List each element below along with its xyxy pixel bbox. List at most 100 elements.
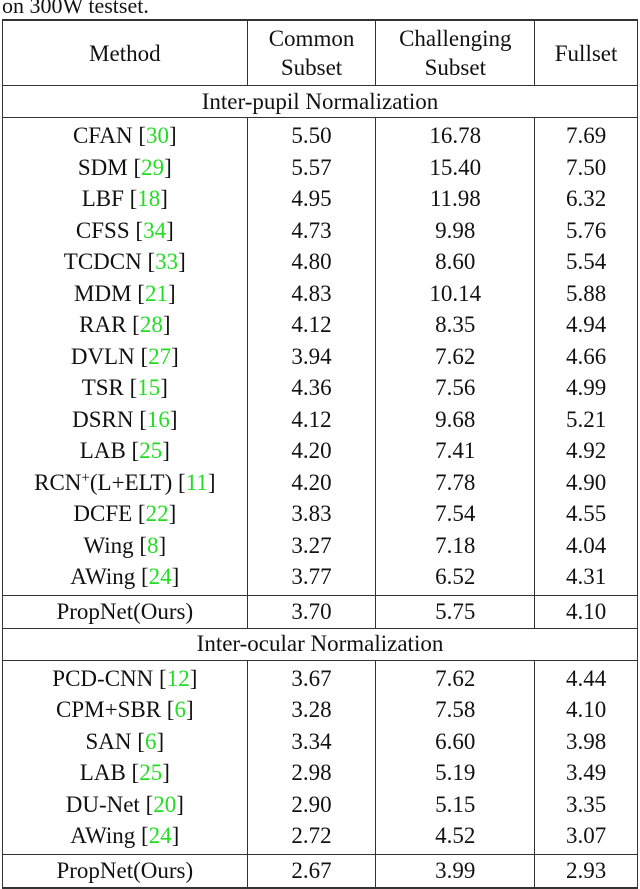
fullset-value-cell: 4.99 [534, 372, 638, 404]
table-row: TSR [15] 4.36 7.56 4.99 [2, 372, 638, 404]
table-row: CFSS [34] 4.73 9.98 5.76 [2, 214, 638, 246]
method-cell: LBF [18] [2, 183, 248, 215]
citation-link[interactable]: 28 [140, 312, 163, 337]
common-value-cell: 3.70 [246, 594, 377, 629]
section-title: Inter-pupil Normalization [2, 85, 638, 118]
method-cell: TCDCN [33] [2, 246, 248, 278]
citation-link[interactable]: 8 [147, 533, 159, 558]
fullset-value-cell: 4.92 [534, 435, 638, 467]
common-value-cell: 4.80 [246, 246, 377, 278]
citation-link[interactable]: 6 [174, 697, 186, 722]
fullset-value-cell: 4.31 [534, 561, 638, 595]
common-value-cell: 3.34 [246, 725, 377, 757]
section-row: Inter-pupil Normalization [2, 85, 638, 118]
citation-link[interactable]: 33 [155, 249, 178, 274]
challenging-value-cell: 6.52 [375, 561, 536, 595]
challenging-value-cell: 9.98 [375, 214, 536, 246]
table-caption: on 300W testset. [2, 0, 149, 18]
table-row: AWing [24] 3.77 6.52 4.31 [2, 561, 638, 595]
common-value-cell: 2.72 [246, 820, 377, 854]
challenging-value-cell: 7.18 [375, 529, 536, 561]
citation-link[interactable]: 6 [145, 729, 157, 754]
challenging-value-cell: 7.41 [375, 435, 536, 467]
challenging-value-cell: 7.56 [375, 372, 536, 404]
citation-link[interactable]: 16 [147, 407, 170, 432]
citation-link[interactable]: 24 [149, 823, 172, 848]
fullset-value-cell: 3.49 [534, 757, 638, 789]
method-cell: RAR [28] [2, 309, 248, 341]
common-value-cell: 4.12 [246, 403, 377, 435]
challenging-value-cell: 9.68 [375, 403, 536, 435]
method-name: LBF [81, 186, 124, 212]
citation-link[interactable]: 25 [139, 760, 162, 785]
table-row: DSRN [16] 4.12 9.68 5.21 [2, 403, 638, 435]
citation-link[interactable]: 30 [146, 123, 169, 148]
table-row: TCDCN [33] 4.80 8.60 5.54 [2, 246, 638, 278]
method-name: DSRN [72, 406, 134, 432]
method-cell: AWing [24] [2, 820, 248, 854]
method-name: TSR [81, 375, 124, 401]
challenging-value-cell: 7.78 [375, 466, 536, 498]
table-row: AWing [24] 2.72 4.52 3.07 [2, 820, 638, 854]
table-row: Wing [8] 3.27 7.18 4.04 [2, 529, 638, 561]
citation-link[interactable]: 27 [148, 344, 171, 369]
fullset-value-cell: 3.98 [534, 725, 638, 757]
table-row: RCN+(L+ELT) [11] 4.20 7.78 4.90 [2, 466, 638, 498]
table-row: CFAN [30] 5.50 16.78 7.69 [2, 117, 638, 152]
fullset-value-cell: 7.69 [534, 117, 638, 152]
method-name: LAB [79, 760, 126, 786]
method-cell: AWing [24] [2, 561, 248, 595]
citation-link[interactable]: 34 [143, 218, 166, 243]
fullset-value-cell: 5.76 [534, 214, 638, 246]
common-value-cell: 5.50 [246, 117, 377, 152]
challenging-value-cell: 4.52 [375, 820, 536, 854]
table-row: MDM [21] 4.83 10.14 5.88 [2, 277, 638, 309]
method-cell: SAN [6] [2, 725, 248, 757]
common-value-cell: 4.36 [246, 372, 377, 404]
common-value-cell: 5.57 [246, 151, 377, 183]
fullset-value-cell: 4.66 [534, 340, 638, 372]
method-superscript: + [81, 469, 90, 486]
citation-link[interactable]: 20 [153, 792, 176, 817]
method-name: SDM [77, 154, 128, 180]
citation-link[interactable]: 22 [146, 501, 169, 526]
common-value-cell: 4.73 [246, 214, 377, 246]
header-common-subset: Common Subset [246, 19, 377, 86]
challenging-value-cell: 11.98 [375, 183, 536, 215]
citation-link[interactable]: 18 [137, 186, 160, 211]
citation-link[interactable]: 12 [167, 666, 190, 691]
citation-link[interactable]: 15 [137, 375, 160, 400]
method-cell: Wing [8] [2, 529, 248, 561]
method-cell: CFSS [34] [2, 214, 248, 246]
common-value-cell: 3.94 [246, 340, 377, 372]
method-name: AWing [70, 823, 136, 849]
common-value-cell: 2.98 [246, 757, 377, 789]
challenging-value-cell: 7.62 [375, 660, 536, 694]
citation-link[interactable]: 29 [141, 155, 164, 180]
header-line: Fullset [554, 40, 618, 66]
method-cell: CPM+SBR [6] [2, 694, 248, 726]
table-row: RAR [28] 4.12 8.35 4.94 [2, 309, 638, 341]
citation-link[interactable]: 21 [145, 281, 168, 306]
method-cell: MDM [21] [2, 277, 248, 309]
method-name: MDM [74, 280, 132, 306]
citation-link[interactable]: 24 [149, 564, 172, 589]
method-name: DU-Net [65, 791, 140, 817]
challenging-value-cell: 16.78 [375, 117, 536, 152]
common-value-cell: 3.83 [246, 498, 377, 530]
challenging-value-cell: 8.60 [375, 246, 536, 278]
method-cell: DVLN [27] [2, 340, 248, 372]
ours-row: PropNet(Ours) 3.70 5.75 4.10 [2, 594, 638, 629]
method-name: CFSS [75, 217, 130, 243]
citation-link[interactable]: 11 [186, 470, 208, 495]
common-value-cell: 4.20 [246, 435, 377, 467]
fullset-value-cell: 4.44 [534, 660, 638, 694]
citation-link[interactable]: 25 [139, 438, 162, 463]
common-value-cell: 3.67 [246, 660, 377, 694]
common-value-cell: 4.20 [246, 466, 377, 498]
table-row: LAB [25] 2.98 5.19 3.49 [2, 757, 638, 789]
fullset-value-cell: 4.10 [534, 694, 638, 726]
method-cell: DSRN [16] [2, 403, 248, 435]
method-name: LAB [79, 438, 126, 464]
method-cell: DU-Net [20] [2, 788, 248, 820]
